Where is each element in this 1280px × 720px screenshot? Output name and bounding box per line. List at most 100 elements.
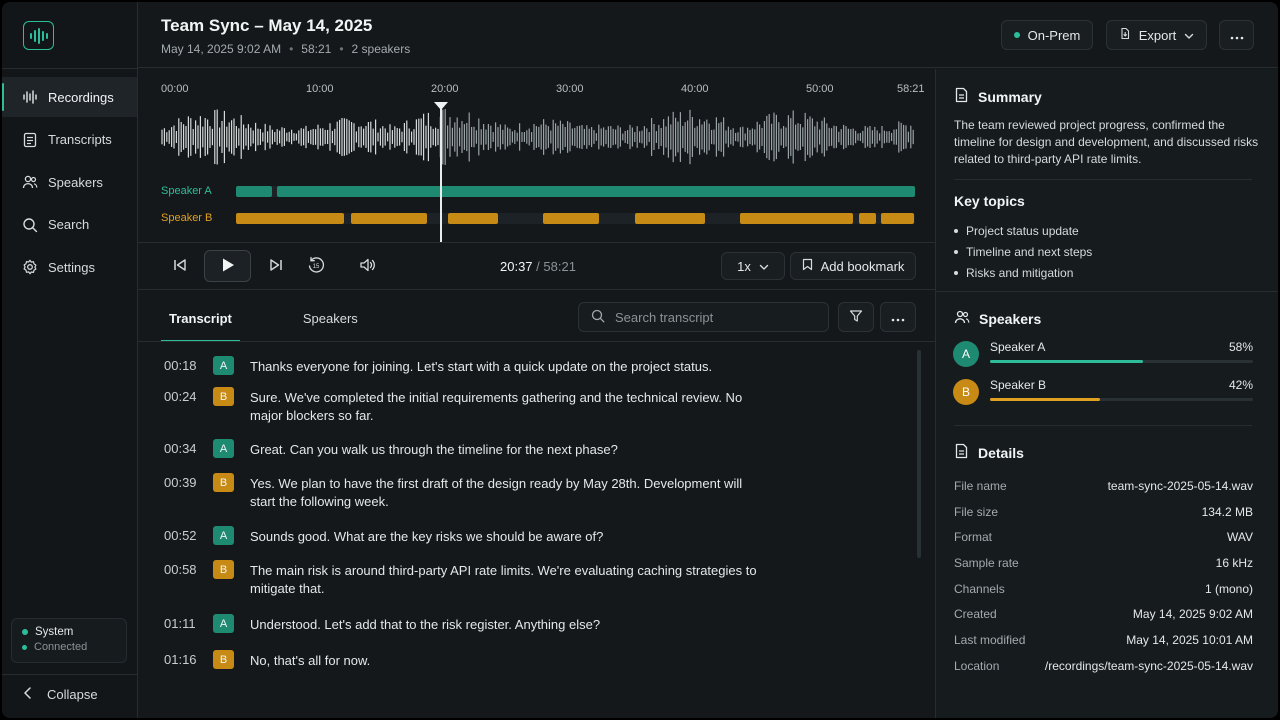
- more-options-button[interactable]: [1219, 20, 1254, 50]
- waveform[interactable]: [161, 102, 915, 172]
- page-title: Team Sync – May 14, 2025: [161, 16, 373, 35]
- rewind-15-button[interactable]: 15: [305, 250, 327, 282]
- speech-segment[interactable]: [236, 186, 272, 197]
- line-text: No, that's all for now.: [250, 653, 371, 668]
- detail-key: Last modified: [954, 632, 1026, 647]
- sidebar-item-search[interactable]: Search: [2, 205, 137, 245]
- line-timestamp[interactable]: 00:39: [164, 475, 197, 490]
- speaker-b-track-label: Speaker B: [161, 212, 213, 224]
- line-timestamp[interactable]: 00:34: [164, 441, 197, 456]
- speech-segment[interactable]: [797, 186, 863, 197]
- speech-segment[interactable]: [859, 213, 876, 224]
- speech-segment[interactable]: [543, 213, 599, 224]
- document-icon: [954, 87, 969, 106]
- chevron-left-icon: [23, 687, 33, 702]
- speech-segment[interactable]: [635, 213, 705, 224]
- transcript-scrollbar[interactable]: [917, 350, 921, 558]
- users-icon: [954, 310, 970, 327]
- detail-value: /recordings/team-sync-2025-05-14.wav: [1044, 658, 1253, 673]
- speakers-heading: Speakers: [954, 310, 1041, 327]
- sidebar-item-recordings[interactable]: Recordings: [2, 77, 137, 117]
- details-heading: Details: [954, 443, 1024, 462]
- detail-row-channels: Channels 1 (mono): [954, 576, 1253, 602]
- svg-text:15: 15: [313, 264, 320, 270]
- search-transcript-input[interactable]: [615, 309, 815, 325]
- sidebar-nav: Recordings Transcripts Speakers Search S…: [2, 77, 137, 290]
- speakers-title: Speakers: [979, 310, 1042, 327]
- detail-value: 134.2 MB: [1201, 504, 1253, 519]
- skip-previous-button[interactable]: [170, 250, 190, 282]
- timeline-ticks: 00:00 10:00 20:00 30:00 40:00 50:00 58:2…: [161, 83, 929, 97]
- detail-row-format: Format WAV: [954, 524, 1253, 550]
- speaker-a-track[interactable]: [236, 186, 915, 197]
- tab-transcript[interactable]: Transcript: [161, 302, 240, 342]
- topic-item: Risks and mitigation: [954, 262, 1092, 283]
- playback-speed-select[interactable]: 1x: [721, 252, 785, 280]
- deployment-badge[interactable]: On-Prem: [1001, 20, 1093, 50]
- tab-speakers[interactable]: Speakers: [295, 302, 366, 342]
- playhead[interactable]: [440, 102, 442, 242]
- filter-button[interactable]: [838, 302, 874, 332]
- line-timestamp[interactable]: 00:24: [164, 389, 197, 404]
- speech-segment[interactable]: [881, 213, 914, 224]
- search-transcript-field[interactable]: [578, 302, 829, 332]
- speaker-badge: B: [213, 560, 234, 579]
- speaker-a-track-label: Speaker A: [161, 185, 212, 197]
- recording-meta: May 14, 2025 9:02 AM • 58:21 • 2 speaker…: [161, 42, 410, 56]
- line-timestamp[interactable]: 01:11: [164, 616, 196, 631]
- detail-key: Location: [954, 658, 1000, 673]
- speaker-b-track[interactable]: [236, 213, 915, 224]
- timeline-tick: 20:00: [431, 83, 459, 95]
- line-text: Understood. Let's add that to the risk r…: [250, 617, 601, 632]
- skip-next-button[interactable]: [266, 250, 286, 282]
- more-horizontal-icon: [1230, 28, 1244, 43]
- detail-key: Created: [954, 607, 997, 622]
- line-timestamp[interactable]: 01:16: [164, 652, 197, 667]
- app-window: Recordings Transcripts Speakers Search S…: [2, 2, 1278, 718]
- speaker-name: Speaker A: [990, 340, 1046, 354]
- summary-title: Summary: [978, 88, 1042, 105]
- details-list: File name team-sync-2025-05-14.wav File s…: [954, 473, 1253, 679]
- speech-segment[interactable]: [236, 213, 344, 224]
- collapse-button[interactable]: Collapse: [2, 674, 137, 714]
- sidebar-item-transcripts[interactable]: Transcripts: [2, 120, 137, 160]
- speaker-badge: B: [213, 387, 234, 406]
- waveform-logo-icon[interactable]: [23, 21, 54, 50]
- speech-segment[interactable]: [351, 213, 427, 224]
- detail-key: Channels: [954, 581, 1005, 596]
- status-dot: [1013, 32, 1020, 38]
- status-sub: Connected: [34, 641, 88, 653]
- meta-separator: •: [339, 42, 344, 56]
- skip-previous-icon: [172, 257, 188, 276]
- panel-divider: [936, 291, 1278, 292]
- sidebar-item-speakers[interactable]: Speakers: [2, 162, 137, 202]
- topic-item: Timeline and next steps: [954, 241, 1092, 262]
- speech-segment[interactable]: [740, 213, 853, 224]
- sidebar-divider: [2, 68, 137, 69]
- speech-segment[interactable]: [720, 186, 784, 197]
- playhead-handle[interactable]: [434, 102, 448, 110]
- export-icon: [1119, 27, 1131, 43]
- status-dot: [22, 629, 28, 635]
- add-bookmark-button[interactable]: Add bookmark: [790, 252, 916, 280]
- summary-heading: Summary: [954, 87, 1042, 106]
- avatar: B: [953, 379, 979, 405]
- line-timestamp[interactable]: 00:18: [164, 358, 197, 373]
- speaker-share-fill: [990, 398, 1101, 401]
- line-timestamp[interactable]: 00:58: [164, 562, 197, 577]
- speech-segment[interactable]: [448, 213, 498, 224]
- speech-segment[interactable]: [872, 186, 915, 197]
- line-timestamp[interactable]: 00:52: [164, 528, 197, 543]
- bookmark-icon: [802, 258, 813, 274]
- sidebar-item-label: Search: [48, 217, 90, 232]
- sidebar-item-settings[interactable]: Settings: [2, 247, 137, 287]
- detail-key: File size: [954, 504, 999, 519]
- export-button[interactable]: Export: [1106, 20, 1207, 50]
- chevron-down-icon: [1184, 28, 1194, 43]
- volume-button[interactable]: [358, 250, 378, 282]
- speaker-badge: B: [213, 650, 234, 669]
- collapse-label: Collapse: [47, 687, 98, 702]
- speech-segment[interactable]: [654, 186, 718, 197]
- play-button[interactable]: [204, 250, 251, 282]
- transcript-more-button[interactable]: [880, 302, 916, 332]
